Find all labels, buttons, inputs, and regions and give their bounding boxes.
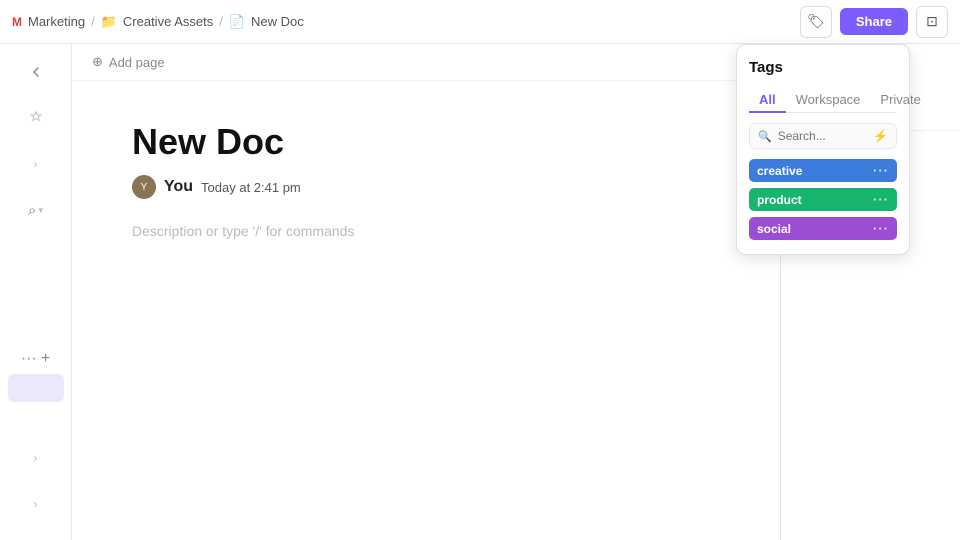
add-page-icon: ⊕: [92, 54, 103, 70]
tags-search-bar: 🔍 ⚡: [749, 123, 897, 149]
breadcrumb: M Marketing / 📁 Creative Assets / 📄 New …: [12, 14, 304, 30]
topbar: M Marketing / 📁 Creative Assets / 📄 New …: [0, 0, 960, 44]
tags-search-icon: 🔍: [758, 130, 772, 143]
doc-title[interactable]: New Doc: [132, 121, 720, 163]
breadcrumb-sep2: /: [219, 14, 223, 29]
avatar: Y: [132, 175, 156, 199]
breadcrumb-doc-name[interactable]: New Doc: [251, 14, 304, 29]
add-page-label: Add page: [109, 55, 165, 70]
share-button[interactable]: Share: [840, 8, 908, 35]
sidebar-top: › ⌕ ▾: [16, 52, 56, 346]
tab-workspace[interactable]: Workspace: [786, 88, 871, 113]
content-area: ⊕ Add page New Doc Y You Today at 2:41 p…: [72, 44, 780, 540]
sidebar-chevron-3[interactable]: ›: [16, 484, 56, 524]
sidebar-collapse-button[interactable]: [16, 52, 56, 92]
breadcrumb-sep1: /: [91, 14, 95, 29]
tag-social-dots[interactable]: ···: [873, 221, 889, 236]
chevron-right-icon: ›: [34, 157, 38, 171]
add-page-bar[interactable]: ⊕ Add page: [72, 44, 780, 81]
tag-list: creative ··· product ··· social ···: [749, 159, 897, 240]
tags-search-input[interactable]: [778, 129, 867, 143]
sidebar: › ⌕ ▾ ··· + › ›: [0, 44, 72, 540]
layout-toggle-button[interactable]: ⊡: [916, 6, 948, 38]
search-icon: ⌕: [28, 202, 36, 219]
sidebar-search-item[interactable]: ⌕ ▾: [16, 190, 56, 230]
tag-social[interactable]: social ···: [749, 217, 897, 240]
tag-creative[interactable]: creative ···: [749, 159, 897, 182]
sidebar-dots-button[interactable]: ···: [21, 350, 37, 368]
doc-icon: 📄: [229, 14, 245, 30]
tag-creative-dots[interactable]: ···: [873, 163, 889, 178]
tag-social-label: social: [757, 222, 791, 236]
doc-author: You: [164, 178, 193, 196]
tag-product-dots[interactable]: ···: [873, 192, 889, 207]
breadcrumb-marketing[interactable]: Marketing: [28, 14, 85, 29]
sidebar-active-highlight: [8, 374, 64, 402]
tag-product-label: product: [757, 193, 802, 207]
sidebar-bottom: ··· + › ›: [8, 350, 64, 532]
tab-private[interactable]: Private: [870, 88, 930, 113]
tag-creative-label: creative: [757, 164, 802, 178]
tags-panel-title: Tags: [749, 59, 897, 76]
breadcrumb-creative-assets[interactable]: Creative Assets: [123, 14, 213, 29]
folder-icon: 📁: [101, 14, 117, 30]
tag-product[interactable]: product ···: [749, 188, 897, 211]
marketing-icon: M: [12, 15, 22, 29]
tab-all[interactable]: All: [749, 88, 786, 113]
tag-icon-button[interactable]: 🏷: [800, 6, 832, 38]
sidebar-chevron-2[interactable]: ›: [16, 438, 56, 478]
topbar-actions: 🏷 Share ⊡: [800, 6, 948, 38]
sidebar-chevron-1[interactable]: ›: [16, 144, 56, 184]
doc-meta: Y You Today at 2:41 pm: [132, 175, 720, 199]
chevron-right-icon-2: ›: [34, 451, 38, 465]
sidebar-star-item[interactable]: [16, 98, 56, 138]
tags-filter-icon[interactable]: ⚡: [873, 129, 888, 143]
chevron-right-icon-3: ›: [34, 497, 38, 511]
doc-placeholder[interactable]: Description or type '/' for commands: [132, 223, 720, 239]
sidebar-plus-button[interactable]: +: [41, 350, 50, 368]
doc-main: New Doc Y You Today at 2:41 pm Descripti…: [72, 81, 780, 540]
tags-panel: Tags All Workspace Private 🔍 ⚡ creative …: [736, 44, 910, 255]
search-chevron-icon: ▾: [38, 205, 43, 216]
doc-timestamp: Today at 2:41 pm: [201, 180, 301, 195]
tags-tabs: All Workspace Private: [749, 88, 897, 113]
